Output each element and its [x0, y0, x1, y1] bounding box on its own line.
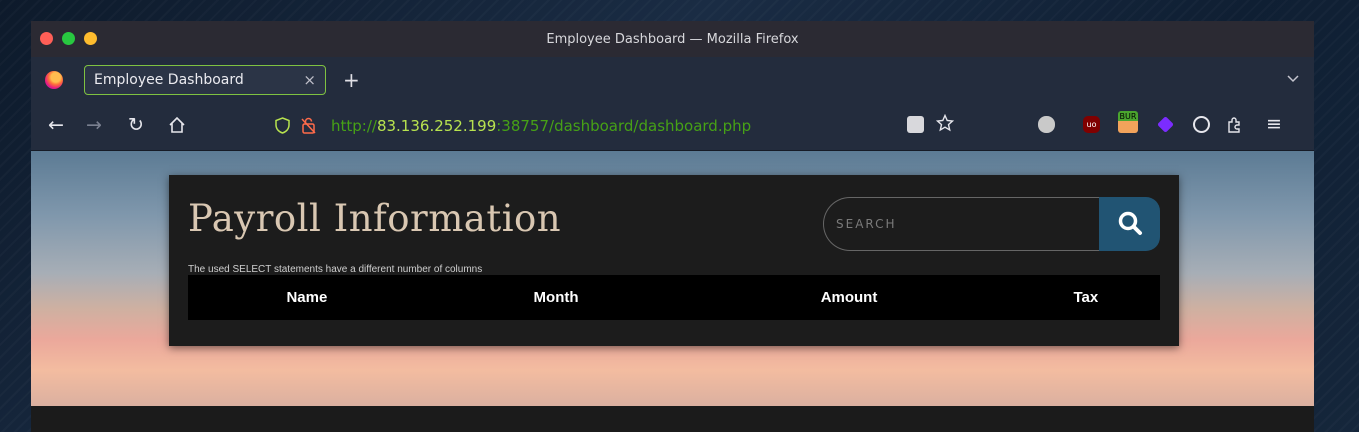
url-host: 83.136.252.199 — [376, 117, 497, 135]
close-window-button[interactable] — [40, 32, 53, 45]
column-header-tax: Tax — [1073, 289, 1099, 306]
bookmark-star-icon[interactable] — [935, 113, 955, 136]
payroll-card: Payroll Information The used SELECT stat… — [169, 175, 1179, 346]
cookie-icon[interactable] — [1193, 116, 1210, 133]
maximize-window-button[interactable] — [62, 32, 75, 45]
search-input[interactable] — [823, 197, 1100, 251]
search-icon — [1117, 210, 1143, 239]
close-icon[interactable]: × — [303, 71, 316, 89]
page-title: Payroll Information — [188, 197, 562, 240]
minimize-window-button[interactable] — [84, 32, 97, 45]
sql-error-message: The used SELECT statements have a differ… — [188, 264, 483, 275]
reload-icon[interactable]: ↻ — [128, 115, 144, 135]
forward-icon[interactable]: → — [86, 115, 102, 135]
new-tab-button[interactable]: + — [343, 68, 360, 92]
burp-proxy-icon[interactable]: BUR — [1118, 111, 1138, 133]
shield-icon[interactable] — [275, 117, 290, 138]
insecure-lock-icon[interactable] — [301, 117, 316, 138]
tab-bar: Employee Dashboard × + — [31, 57, 1314, 103]
url-scheme: http:// — [331, 117, 377, 135]
firefox-icon[interactable] — [45, 71, 63, 89]
home-icon[interactable] — [168, 116, 186, 138]
column-header-month: Month — [533, 289, 579, 306]
payroll-table: Name Month Amount Tax — [188, 275, 1160, 320]
window-controls — [40, 32, 97, 45]
foxyproxy-icon[interactable] — [1157, 116, 1174, 133]
browser-window: Employee Dashboard — Mozilla Firefox Emp… — [31, 21, 1314, 432]
tab-label: Employee Dashboard — [94, 72, 244, 88]
table-header-row: Name Month Amount Tax — [188, 275, 1160, 320]
search-form — [823, 197, 1160, 251]
navigation-toolbar: ← → ↻ http://83.136.252.199:38757/dashbo… — [31, 103, 1314, 151]
page-viewport: Payroll Information The used SELECT stat… — [31, 151, 1314, 406]
reader-view-icon[interactable] — [907, 116, 924, 133]
ublock-origin-icon[interactable]: uo — [1083, 116, 1100, 133]
search-button[interactable] — [1099, 197, 1160, 251]
address-bar[interactable]: http://83.136.252.199:38757/dashboard/da… — [331, 117, 751, 135]
url-path: :38757/dashboard/dashboard.php — [496, 117, 752, 135]
title-bar: Employee Dashboard — Mozilla Firefox — [31, 21, 1314, 57]
window-title: Employee Dashboard — Mozilla Firefox — [546, 31, 799, 47]
list-all-tabs-icon[interactable] — [1286, 71, 1300, 87]
menu-icon[interactable]: ≡ — [1266, 114, 1282, 134]
column-header-name: Name — [286, 289, 328, 306]
column-header-amount: Amount — [820, 289, 878, 306]
tab-employee-dashboard[interactable]: Employee Dashboard × — [84, 65, 326, 95]
page-footer — [31, 406, 1314, 432]
extension-icon[interactable] — [1038, 116, 1055, 133]
extensions-puzzle-icon[interactable] — [1226, 115, 1244, 137]
back-icon[interactable]: ← — [48, 115, 64, 135]
